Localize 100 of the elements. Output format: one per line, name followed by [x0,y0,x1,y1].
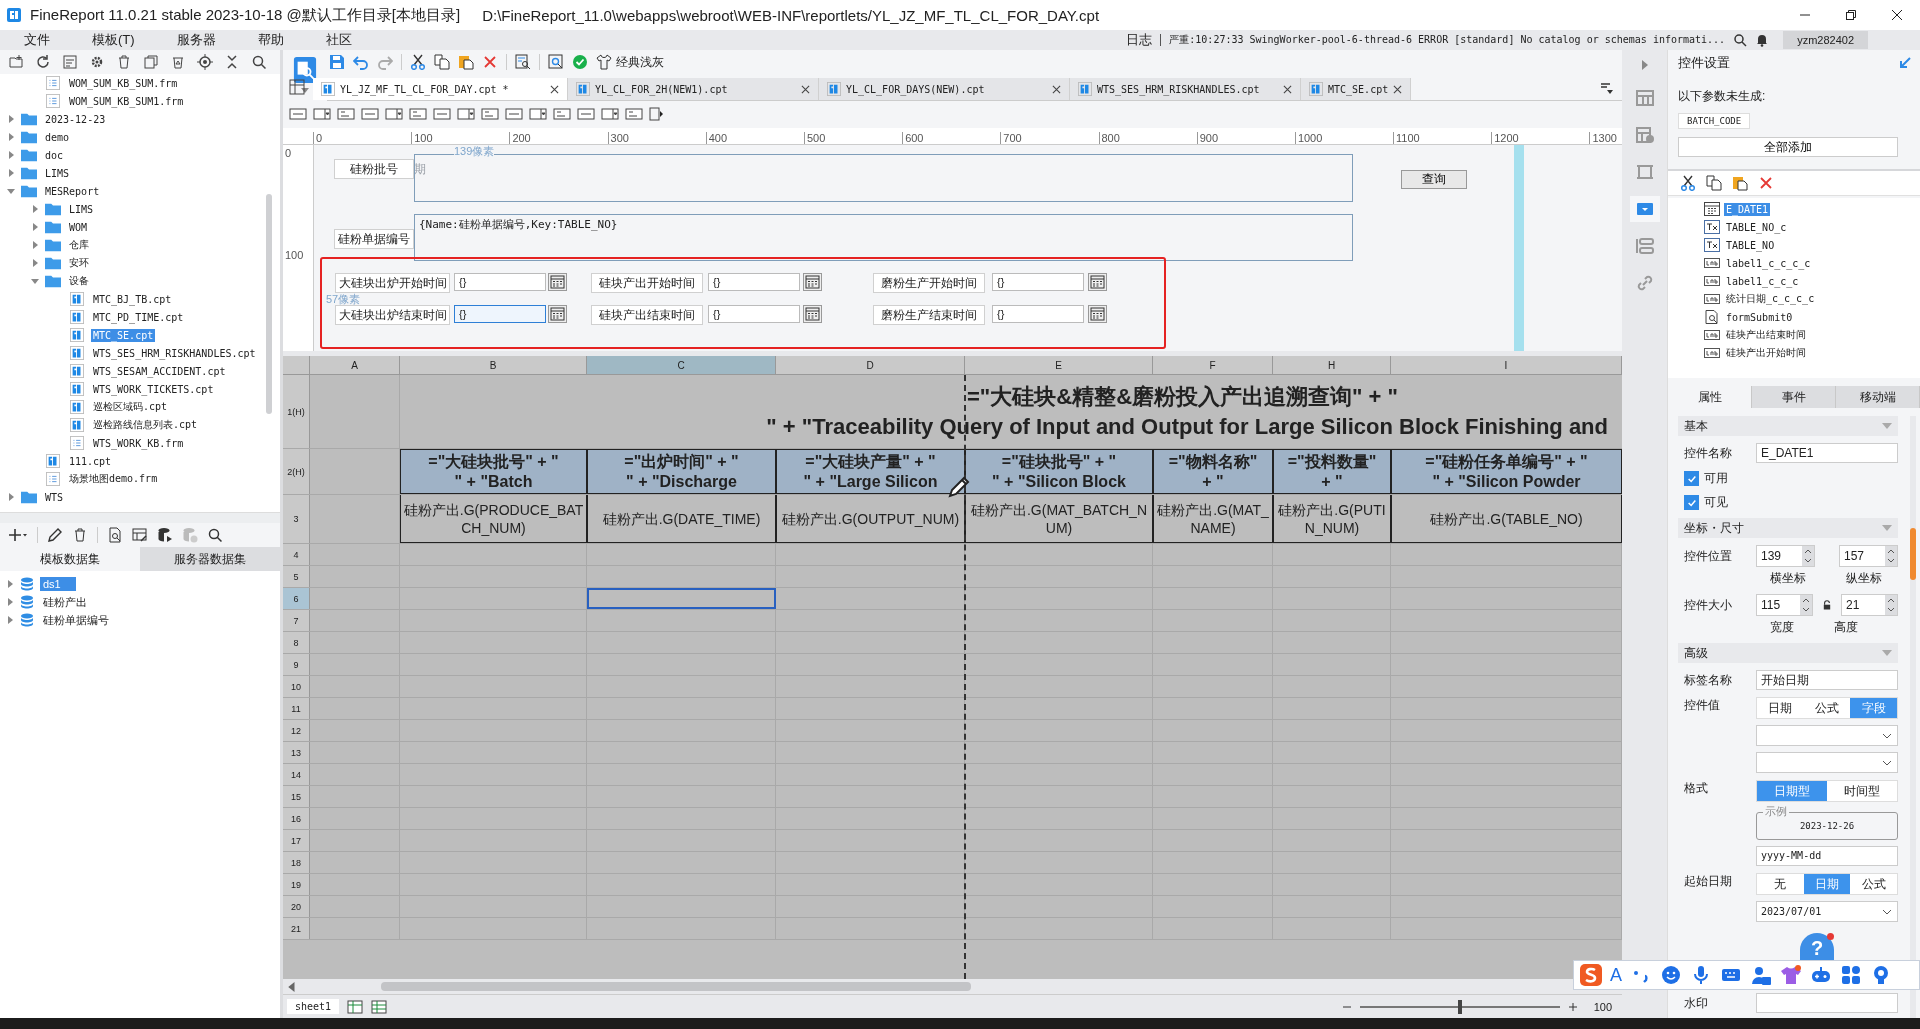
dataset-tab[interactable]: 模板数据集 [0,547,140,571]
file-tab[interactable]: WTS_SES_HRM_RISKHANDLES.cpt [1070,78,1301,100]
emoji-icon[interactable] [1660,964,1682,986]
file-tab[interactable]: MTC_SE.cpt [1301,78,1412,100]
tree-item[interactable]: LIMS [43,166,72,180]
document-input-field[interactable]: {Name:硅粉单据编号,Key:TABLE_NO} [414,214,1353,261]
scrollbar[interactable] [1910,528,1916,580]
tree-item[interactable]: 2023-12-23 [43,112,108,126]
tree-item[interactable]: MESReport [43,184,102,198]
row-header[interactable]: 2(H) [283,449,310,494]
x-spinner[interactable]: 139 [1756,545,1815,567]
copy-icon[interactable] [434,54,450,70]
dataset-tab[interactable]: 服务器数据集 [140,547,280,571]
date-field[interactable]: {} [708,305,800,323]
widget-list-item[interactable]: 硅块产出开始时间 [1724,345,1808,361]
copy-icon[interactable] [143,54,159,70]
widget-list-item[interactable]: TABLE_NO_c [1724,220,1789,234]
tree-item[interactable]: WTS [43,490,66,504]
widget-tool-icon[interactable] [337,107,355,121]
segment-option[interactable]: 日期 [1757,698,1804,718]
collapsed-caret-icon[interactable] [31,259,39,267]
widget-tool-icon[interactable] [553,107,571,121]
widget-tool-icon[interactable] [625,107,643,121]
tree-item[interactable]: MTC_PD_TIME.cpt [91,310,186,324]
file-tab[interactable]: YL_CL_FOR_DAYS(NEW).cpt [819,78,1070,100]
row-header[interactable]: 6 [283,588,310,609]
row-header[interactable]: 19 [283,874,310,895]
lock-icon[interactable] [1823,599,1831,611]
tree-item[interactable]: WOM_SUM_KB_SUM.frm [67,76,180,90]
expand-caret-icon[interactable] [6,598,14,606]
delete-icon[interactable] [482,54,498,70]
logo-icon[interactable] [1580,964,1602,986]
tree-item[interactable]: demo [43,130,72,144]
segment-option[interactable]: 公式 [1850,874,1897,894]
widget-list-item[interactable]: label1_c_c_c_c [1724,256,1813,270]
column-header[interactable]: F [1153,356,1273,374]
row-header[interactable]: 4 [283,544,310,565]
add-all-button[interactable]: 全部添加 [1678,137,1898,157]
close-icon[interactable] [1393,84,1403,94]
refresh-icon[interactable] [35,54,51,70]
segment-option[interactable]: 时间型 [1827,781,1897,801]
widget-list-item[interactable]: label1_c_c_c [1724,274,1801,288]
preview-icon[interactable] [107,527,123,543]
collapse-arrow-icon[interactable] [1898,56,1912,70]
expand-caret-icon[interactable] [6,580,14,588]
calendar-icon[interactable] [803,305,822,323]
sheet-tab[interactable]: sheet1 [287,999,340,1014]
row-header[interactable]: 9 [283,654,310,675]
tree-item[interactable]: WTS_WORK_TICKETS.cpt [91,382,216,396]
segment-option[interactable]: 无 [1757,874,1804,894]
selected-cell[interactable] [587,588,776,609]
gear-icon[interactable] [89,54,105,70]
section-header[interactable]: 坐标・尺寸 [1678,518,1898,538]
segment-option[interactable]: 公式 [1803,698,1851,718]
row-header[interactable]: 10 [283,676,310,697]
scroll-left-icon[interactable] [287,981,297,992]
add-dropdown-icon[interactable] [8,527,28,543]
cut-icon[interactable] [1680,175,1696,191]
row-header[interactable]: 20 [283,896,310,917]
property-tab[interactable]: 事件 [1752,386,1836,408]
user-icon[interactable] [1750,964,1772,986]
date-field[interactable]: {} [708,273,800,291]
menu-item[interactable]: 模板(T) [92,31,135,49]
section-header[interactable]: 高级 [1678,643,1898,663]
close-icon[interactable] [801,84,810,94]
grid-icon[interactable] [289,79,305,95]
save-icon[interactable] [329,54,345,70]
menu-item[interactable]: 社区 [325,31,352,49]
row-header[interactable]: 18 [283,852,310,873]
tree-item[interactable]: WOM [67,220,90,234]
expanded-caret-icon[interactable] [7,187,15,195]
collapse-icon[interactable] [224,54,240,70]
file-tab[interactable]: YL_CL_FOR_2H(NEW1).cpt [568,78,819,100]
data-preview-icon[interactable] [515,54,531,70]
row-header[interactable]: 1(H) [283,375,310,448]
add-sheet-icon[interactable] [347,998,364,1015]
collapsed-caret-icon[interactable] [7,169,15,177]
date-dropdown[interactable]: 2023/07/01 [1756,901,1898,922]
date-field[interactable]: {} [992,305,1084,323]
pattern-input-field[interactable]: yyyy-MM-dd [1756,846,1898,866]
widget-tool-icon[interactable] [289,107,307,121]
calendar-icon[interactable] [1088,305,1107,323]
tree-item[interactable]: WOM_SUM_KB_SUM1.frm [67,94,186,108]
row-header[interactable]: 3 [283,495,310,543]
spinner-arrows-icon[interactable] [1802,546,1814,566]
menu-item[interactable]: 服务器 [176,31,216,49]
widget-tool-icon[interactable] [385,107,403,121]
input-mode[interactable]: A [1610,964,1622,986]
section-header[interactable]: 基本 [1678,416,1898,436]
delete-icon[interactable] [1758,175,1774,191]
menu-item[interactable]: 文件 [24,31,50,49]
search-icon[interactable] [1733,33,1748,47]
parameter-tag[interactable]: BATCH_CODE [1678,113,1751,129]
dataset-item[interactable]: 硅粉产出 [40,593,90,611]
row-header[interactable]: 13 [283,742,310,763]
name-input-field[interactable]: E_DATE1 [1756,443,1898,463]
row-header[interactable]: 5 [283,566,310,587]
height-spinner[interactable]: 21 [1841,594,1898,616]
expanded-caret-icon[interactable] [31,277,39,285]
close-icon[interactable] [1283,84,1292,94]
